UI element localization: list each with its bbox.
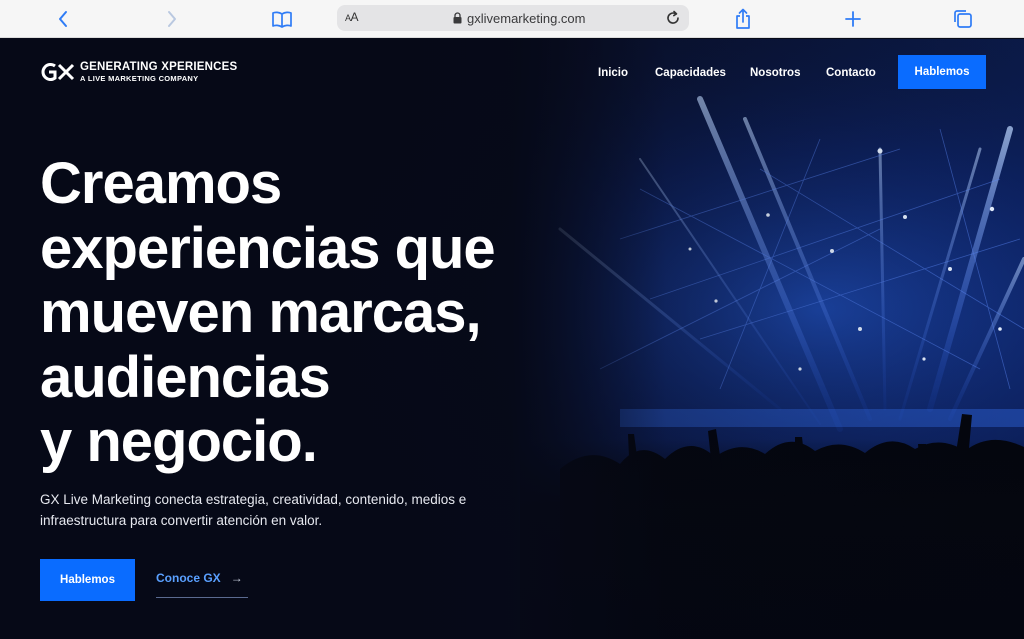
bookmarks-icon[interactable] bbox=[270, 7, 294, 31]
nav-link-inicio[interactable]: Inicio bbox=[598, 67, 628, 79]
reload-icon[interactable] bbox=[665, 10, 681, 26]
text-size-button[interactable]: AAAA bbox=[345, 10, 359, 24]
back-icon[interactable] bbox=[51, 7, 75, 31]
share-icon[interactable] bbox=[731, 7, 755, 31]
hero-headline: Creamos experiencias que mueven marcas, … bbox=[40, 151, 660, 475]
nav-link-nosotros[interactable]: Nosotros bbox=[750, 67, 800, 79]
brand-logo[interactable]: GENERATING XPERIENCES A LIVE MARKETING C… bbox=[40, 61, 237, 83]
headline-line: y negocio. bbox=[40, 409, 318, 474]
headline-line: mueven marcas, bbox=[40, 280, 482, 345]
lock-icon bbox=[453, 12, 462, 24]
brand-subtitle: A LIVE MARKETING COMPANY bbox=[80, 74, 199, 83]
forward-icon[interactable] bbox=[160, 7, 184, 31]
arrow-right-icon: → bbox=[230, 571, 243, 585]
hero-description: GX Live Marketing conecta estrategia, cr… bbox=[40, 492, 467, 528]
headline-line: audiencias bbox=[40, 344, 331, 410]
headline-line: experiencias que bbox=[40, 215, 496, 281]
address-bar[interactable]: AAAA gxlivemarketing.com bbox=[337, 5, 689, 31]
url-text: gxlivemarketing.com bbox=[467, 11, 586, 26]
nav-link-capacidades[interactable]: Capacidades bbox=[655, 67, 726, 79]
conoce-gx-link[interactable]: Conoce GX → bbox=[156, 571, 243, 585]
website-hero: GENERATING XPERIENCES A LIVE MARKETING C… bbox=[0, 39, 1024, 639]
brand-title: GENERATING XPERIENCES bbox=[80, 60, 238, 73]
new-tab-icon[interactable] bbox=[841, 7, 865, 31]
browser-toolbar: AAAA gxlivemarketing.com bbox=[0, 0, 1024, 38]
tabs-icon[interactable] bbox=[951, 7, 975, 31]
headline-line: Creamos bbox=[40, 151, 282, 216]
conoce-gx-label: Conoce GX bbox=[156, 571, 221, 585]
nav-hablemos-button[interactable]: Hablemos bbox=[898, 55, 986, 89]
gx-logo-mark bbox=[41, 63, 75, 81]
link-underline bbox=[156, 597, 248, 598]
nav-link-contacto[interactable]: Contacto bbox=[826, 67, 876, 79]
hero-hablemos-button[interactable]: Hablemos bbox=[40, 559, 135, 601]
